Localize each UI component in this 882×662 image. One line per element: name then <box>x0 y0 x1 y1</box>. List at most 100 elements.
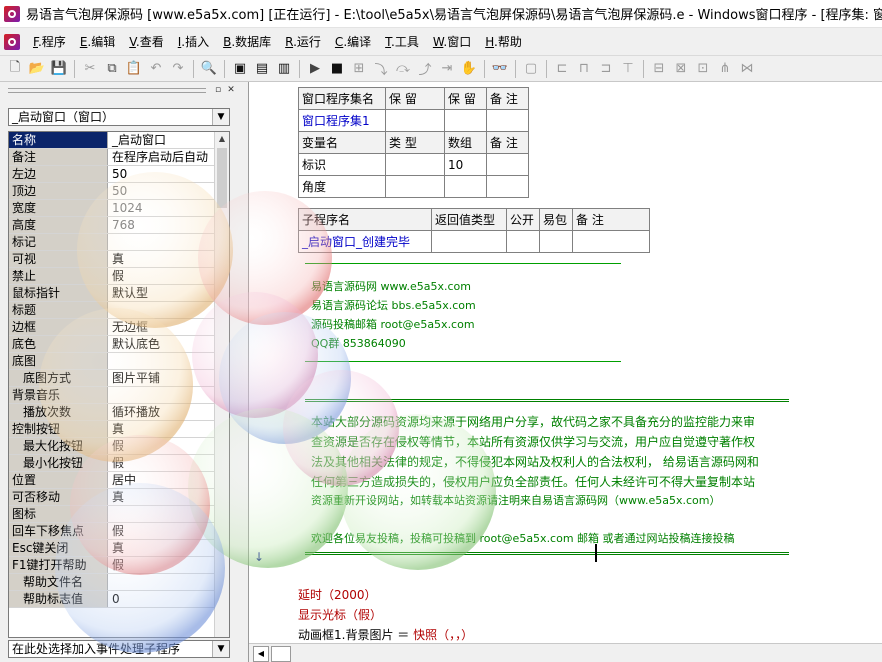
property-row[interactable]: 可视真 <box>9 251 215 268</box>
table-cell[interactable] <box>506 230 540 253</box>
table-cell[interactable] <box>385 109 445 132</box>
property-row[interactable]: 回车下移焦点假 <box>9 523 215 540</box>
menu-compile[interactable]: C.编译 <box>328 33 378 50</box>
same-width-icon[interactable]: ⊟ <box>648 59 670 79</box>
property-value[interactable]: 图片平铺 <box>110 370 217 386</box>
minimize-panel-icon[interactable]: ▫ <box>212 84 224 96</box>
copy-icon[interactable]: ⧉ <box>101 59 123 79</box>
horizontal-scrollbar[interactable]: ◀ <box>249 643 882 662</box>
stop-icon[interactable]: ■ <box>326 59 348 79</box>
property-row[interactable]: 备注 在程序启动后自动 <box>9 149 215 166</box>
scroll-up-icon[interactable]: ▲ <box>215 132 229 146</box>
v-space-icon[interactable]: ⋈ <box>736 59 758 79</box>
subroutine-name[interactable]: _启动窗口_创建完毕 <box>298 230 432 253</box>
menu-window[interactable]: W.窗口 <box>426 33 478 50</box>
property-value[interactable]: 假 <box>110 557 217 573</box>
same-size-icon[interactable]: ⊡ <box>692 59 714 79</box>
align-right-icon[interactable]: ⊐ <box>595 59 617 79</box>
menu-edit[interactable]: E.编辑 <box>73 33 122 50</box>
menu-database[interactable]: B.数据库 <box>216 33 278 50</box>
menu-view[interactable]: V.查看 <box>122 33 171 50</box>
property-row[interactable]: Esc键关闭真 <box>9 540 215 557</box>
hand-icon[interactable]: ✋ <box>458 59 480 79</box>
property-row[interactable]: 最大化按钮假 <box>9 438 215 455</box>
property-value[interactable] <box>110 302 217 318</box>
property-row[interactable]: 位置 居中 <box>9 472 215 489</box>
property-value[interactable]: 假 <box>110 455 217 471</box>
property-row[interactable]: 高度 768 <box>9 217 215 234</box>
property-row[interactable]: 最小化按钮假 <box>9 455 215 472</box>
scroll-thumb[interactable] <box>217 148 227 208</box>
property-row[interactable]: 宽度 1024 <box>9 200 215 217</box>
comment-line[interactable]: 任何第三方造成损失的，侵权用户应负全部责任。任何人未经许可不得大量复制本站 <box>311 473 755 490</box>
table-cell[interactable] <box>539 230 573 253</box>
table-cell[interactable] <box>431 230 507 253</box>
property-row[interactable]: 禁止假 <box>9 268 215 285</box>
property-row[interactable]: 底图 <box>9 353 215 370</box>
property-value[interactable]: 50 <box>110 166 217 182</box>
property-value[interactable]: 真 <box>110 421 217 437</box>
table-cell[interactable] <box>444 109 487 132</box>
property-value[interactable]: 默认底色 <box>110 336 217 352</box>
property-row[interactable]: 帮助文件名 <box>9 574 215 591</box>
step-into-icon[interactable]: ⤵ <box>370 59 392 79</box>
property-row[interactable]: 底图方式 图片平铺 <box>9 370 215 387</box>
property-row[interactable]: 名称 _启动窗口 <box>9 132 215 149</box>
undo-icon[interactable]: ↶ <box>145 59 167 79</box>
assembly-name[interactable]: 窗口程序集1 <box>298 109 386 132</box>
property-value[interactable]: 假 <box>110 268 217 284</box>
property-value[interactable] <box>110 574 217 590</box>
comment-line[interactable]: 易语言源码论坛 bbs.e5a5x.com <box>311 297 476 313</box>
code-editor[interactable]: 窗口程序集名 保 留 保 留 备 注 窗口程序集1 变量名 类 型 数组 备 注… <box>248 82 882 662</box>
property-value[interactable]: 假 <box>110 523 217 539</box>
open-file-icon[interactable]: 📂 <box>26 59 48 79</box>
variable-name[interactable]: 角度 <box>298 175 386 198</box>
redo-icon[interactable]: ↷ <box>167 59 189 79</box>
property-row[interactable]: 边框 无边框 <box>9 319 215 336</box>
comment-line[interactable]: QQ群 853864090 <box>311 335 406 351</box>
table-cell[interactable] <box>385 175 445 198</box>
property-row[interactable]: 控制按钮真 <box>9 421 215 438</box>
property-row[interactable]: 鼠标指针 默认型 <box>9 285 215 302</box>
align-center-icon[interactable]: ⊓ <box>573 59 595 79</box>
menu-program[interactable]: F.程序 <box>26 33 73 50</box>
run-icon[interactable]: ▶ <box>304 59 326 79</box>
step-icon[interactable]: ⊞ <box>348 59 370 79</box>
comment-line[interactable]: 资源重新开设网站，如转载本站资源请注明来自易语言源码网（www.e5a5x.co… <box>311 492 720 508</box>
property-row[interactable]: 背景音乐 <box>9 387 215 404</box>
comment-line[interactable]: 查资源是否存在侵权等情节，本站所有资源仅供学习与交流，用户应自觉遵守著作权 <box>311 433 755 450</box>
scroll-thumb[interactable] <box>271 646 291 662</box>
menu-tools[interactable]: T.工具 <box>378 33 426 50</box>
property-scrollbar[interactable]: ▲ <box>214 132 229 637</box>
panel-splitter[interactable] <box>240 82 248 662</box>
comment-line[interactable]: 本站大部分源码资源均来源于网络用户分享，故代码之家不具备充分的监控能力来审 <box>311 413 755 430</box>
property-value[interactable]: 循环播放 <box>110 404 217 420</box>
search-replace-icon[interactable]: 👓 <box>489 59 511 79</box>
table-cell[interactable] <box>486 153 529 176</box>
layout3-icon[interactable]: ▥ <box>273 59 295 79</box>
property-row[interactable]: 标题 <box>9 302 215 319</box>
property-value[interactable] <box>110 353 217 369</box>
same-height-icon[interactable]: ⊠ <box>670 59 692 79</box>
property-value[interactable]: 假 <box>110 438 217 454</box>
new-file-icon[interactable]: 🗋 <box>4 59 26 79</box>
layout1-icon[interactable]: ▣ <box>229 59 251 79</box>
align-left-icon[interactable]: ⊏ <box>551 59 573 79</box>
property-value[interactable]: 无边框 <box>110 319 217 335</box>
system-menu-icon[interactable] <box>4 33 20 50</box>
menu-insert[interactable]: I.插入 <box>171 33 216 50</box>
comment-line[interactable]: 法及其他相关法律的规定，不得侵犯本网站及权利人的合法权利， 给易语言源码网和 <box>311 453 759 470</box>
property-value[interactable]: 真 <box>110 540 217 556</box>
property-row[interactable]: 左边 50 <box>9 166 215 183</box>
chevron-down-icon[interactable]: ▼ <box>212 641 229 657</box>
event-selector[interactable]: 在此处选择加入事件处理子程序 ▼ <box>8 640 230 658</box>
code-line[interactable]: 显示光标（假） <box>298 606 382 623</box>
code-line[interactable]: 延时（2000） <box>298 586 377 603</box>
property-row[interactable]: 可否移动真 <box>9 489 215 506</box>
align-top-icon[interactable]: ⊤ <box>617 59 639 79</box>
paste-icon[interactable]: 📋 <box>123 59 145 79</box>
comment-line[interactable]: 源码投稿邮箱 root@e5a5x.com <box>311 316 475 332</box>
property-value[interactable] <box>110 506 217 522</box>
menu-run[interactable]: R.运行 <box>278 33 328 50</box>
layout2-icon[interactable]: ▤ <box>251 59 273 79</box>
